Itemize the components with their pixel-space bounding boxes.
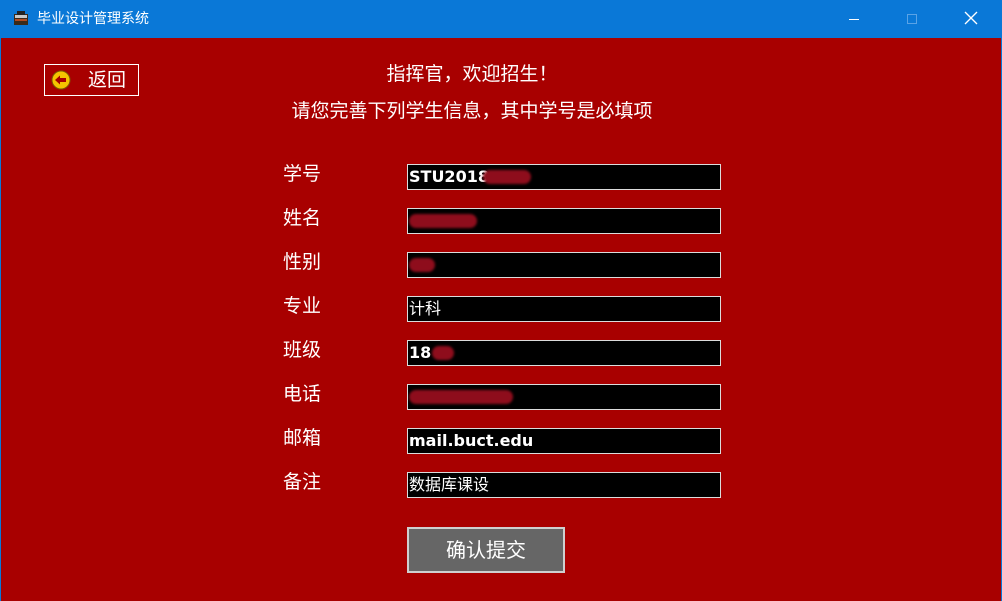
student-id-value: STU2018 [409, 167, 489, 186]
remark-input[interactable]: 数据库课设 [407, 472, 721, 498]
student-id-input[interactable]: STU2018 [407, 164, 721, 190]
maximize-button[interactable] [889, 0, 935, 38]
instruction-text: 请您完善下列学生信息，其中学号是必填项 [291, 100, 653, 122]
gender-label: 性别 [283, 251, 322, 273]
name-label: 姓名 [283, 207, 322, 229]
minimize-icon [848, 10, 860, 29]
gender-input[interactable] [407, 252, 721, 278]
name-input[interactable] [407, 208, 721, 234]
major-label: 专业 [283, 295, 322, 317]
redaction-mark [482, 169, 531, 184]
major-input[interactable]: 计科 [407, 296, 721, 322]
app-icon [12, 10, 30, 28]
minimize-button[interactable] [831, 0, 877, 38]
title-bar: 毕业设计管理系统 [0, 0, 1002, 38]
class-input[interactable]: 18 [407, 340, 721, 366]
redaction-mark [409, 213, 477, 228]
greeting-text: 指挥官，欢迎招生！ [386, 63, 558, 85]
window-title: 毕业设计管理系统 [37, 11, 149, 27]
class-label: 班级 [283, 339, 322, 361]
maximize-icon [906, 10, 918, 29]
remark-label: 备注 [283, 471, 322, 493]
remark-value: 数据库课设 [409, 475, 490, 494]
student-id-label: 学号 [283, 163, 322, 185]
class-value: 18 [409, 343, 432, 362]
phone-label: 电话 [283, 383, 322, 405]
major-value: 计科 [409, 299, 442, 318]
redaction-mark [409, 257, 435, 272]
submit-button[interactable]: 确认提交 [407, 527, 565, 573]
email-label: 邮箱 [283, 427, 322, 449]
close-button[interactable] [948, 0, 994, 38]
email-value: mail.buct.edu [409, 431, 534, 450]
redaction-mark [432, 345, 455, 360]
redaction-mark [409, 389, 513, 404]
close-icon [964, 10, 978, 29]
email-input[interactable]: mail.buct.edu [407, 428, 721, 454]
phone-input[interactable] [407, 384, 721, 410]
